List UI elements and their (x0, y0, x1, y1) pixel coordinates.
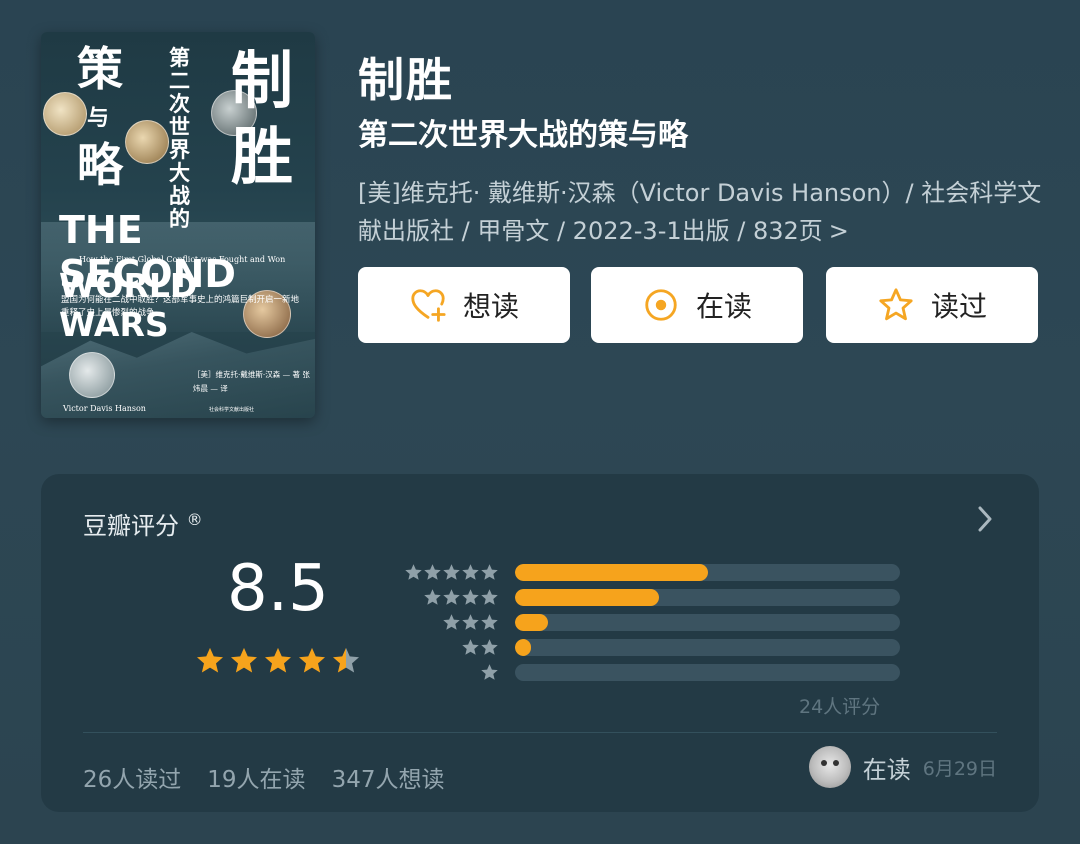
star-icon (481, 664, 498, 680)
book-cover[interactable]: 策 与 略 第二次世界大战的 制 胜 THE SECOND How the Fi… (41, 32, 315, 418)
rating-bar-track (515, 564, 900, 581)
rating-bar-track (515, 614, 900, 631)
cover-photo-circle (125, 120, 169, 164)
cover-title-char: 制 (231, 44, 294, 117)
heart-plus-icon (411, 289, 446, 322)
cover-title-char: 策 (77, 42, 123, 96)
star-icon (462, 564, 479, 580)
rating-bar-stars (391, 663, 499, 682)
my-status[interactable]: 在读 6月29日 (808, 746, 997, 788)
rating-bar-fill (515, 564, 708, 581)
rating-card[interactable]: 豆瓣评分 ® 8.5 24人评分 26人读过 19人在读 347人想读 在读 6… (41, 474, 1039, 812)
cover-publisher: 社会科学文献出版社 (209, 407, 255, 413)
my-status-date: 6月29日 (922, 757, 997, 780)
rating-bar-row (391, 585, 900, 610)
rating-distribution (391, 560, 900, 685)
star-outline-icon (879, 288, 913, 321)
star-icon (481, 614, 498, 630)
rating-bar-fill (515, 589, 660, 606)
star-icon (197, 647, 223, 673)
cover-title-char: 与 (87, 105, 110, 131)
have-read-button[interactable]: 读过 (826, 267, 1038, 343)
cover-blurb: 盟国为何能在二战中取胜？这部军事史上的鸿篇巨制开启一新地重释了史上最惨烈的战争。 (61, 295, 300, 318)
cover-title-char: 胜 (231, 120, 294, 193)
avatar (808, 746, 851, 788)
star-icon (462, 614, 479, 630)
rating-score: 8.5 (227, 552, 329, 626)
chevron-right-icon: > (828, 217, 849, 245)
rating-bar-row (391, 560, 900, 585)
star-icon (424, 589, 441, 605)
rating-count: 24人评分 (799, 696, 881, 718)
reading-label: 在读 (695, 290, 752, 323)
rating-bar-stars (391, 613, 499, 632)
star-icon (443, 614, 460, 630)
star-icon (333, 647, 359, 673)
rating-bar-stars (391, 588, 499, 607)
rating-bar-stars (391, 563, 499, 582)
star-icon (481, 564, 498, 580)
target-icon (645, 289, 677, 321)
cover-author-en: Victor Davis Hanson (63, 404, 146, 413)
rating-bar-track (515, 639, 900, 656)
star-icon (299, 647, 325, 673)
rating-stars (195, 646, 361, 676)
star-icon (481, 589, 498, 605)
star-icon (462, 589, 479, 605)
star-icon (443, 564, 460, 580)
cover-author: ［美］维克托·戴维斯·汉森 — 著 张炜晨 — 译 (193, 370, 310, 393)
rating-bar-track (515, 589, 900, 606)
card-divider (83, 732, 997, 733)
cover-subtitle-vertical: 第二次世界大战的 (169, 45, 190, 231)
read-count[interactable]: 26人读过 (83, 760, 181, 794)
rating-card-title: 豆瓣评分 ® (83, 506, 203, 541)
star-icon (424, 564, 441, 580)
book-meta[interactable]: [美]维克托· 戴维斯·汉森（Victor Davis Hanson）/ 社会科… (358, 174, 1048, 250)
registered-mark: ® (186, 510, 203, 529)
chevron-right-icon[interactable] (975, 504, 995, 534)
star-icon (405, 564, 422, 580)
rating-bar-track (515, 664, 900, 681)
star-icon (462, 639, 479, 655)
have-read-label: 读过 (930, 290, 987, 323)
rating-bar-stars (391, 638, 499, 657)
cover-photo-circle (69, 352, 115, 398)
book-title: 制胜 (358, 53, 454, 107)
cover-title-char: 略 (77, 138, 123, 192)
reading-count[interactable]: 19人在读 (207, 760, 305, 794)
reading-button[interactable]: 在读 (591, 267, 803, 343)
reading-stats: 26人读过 19人在读 347人想读 (83, 760, 444, 794)
want-to-read-label: 想读 (462, 290, 519, 323)
rating-bar-fill (515, 614, 548, 631)
book-subtitle: 第二次世界大战的策与略 (358, 118, 688, 153)
star-icon (443, 589, 460, 605)
want-count[interactable]: 347人想读 (332, 760, 445, 794)
star-icon (481, 639, 498, 655)
cover-english-subtitle: How the First Global Conflict was Fought… (79, 255, 286, 264)
star-icon (231, 647, 257, 673)
cover-photo-circle (43, 92, 87, 136)
want-to-read-button[interactable]: 想读 (358, 267, 570, 343)
rating-bar-row (391, 610, 900, 635)
star-icon (265, 647, 291, 673)
rating-title-text: 豆瓣评分 (83, 512, 179, 540)
rating-bar-row (391, 635, 900, 660)
my-status-label: 在读 (862, 755, 911, 784)
book-meta-text: [美]维克托· 戴维斯·汉森（Victor Davis Hanson）/ 社会科… (358, 179, 1042, 245)
rating-bar-row (391, 660, 900, 685)
rating-bar-fill (515, 639, 532, 656)
